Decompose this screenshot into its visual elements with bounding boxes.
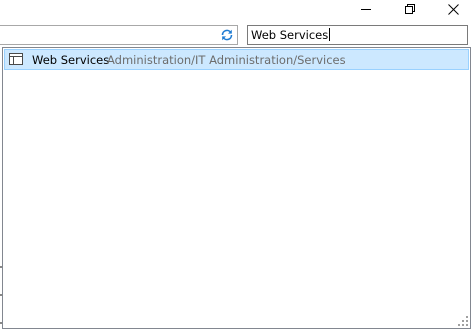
search-input[interactable]: Web Services [247, 25, 468, 45]
search-results-dropdown[interactable]: Web Services Administration/IT Administr… [2, 47, 471, 329]
table-icon [9, 53, 23, 65]
resize-grip[interactable] [458, 316, 468, 326]
text-caret [329, 28, 331, 41]
result-path: Administration/IT Administration/Service… [107, 53, 346, 67]
minimize-icon [360, 8, 371, 10]
restore-button[interactable] [392, 0, 428, 18]
refresh-icon[interactable] [220, 28, 234, 42]
close-button[interactable] [435, 0, 471, 18]
close-icon [447, 3, 459, 15]
title-bar [0, 0, 474, 22]
restore-icon [404, 3, 415, 14]
search-result-item[interactable]: Web Services Administration/IT Administr… [4, 49, 469, 70]
address-bar[interactable] [0, 25, 238, 45]
result-name: Web Services [32, 53, 110, 67]
search-value: Web Services [251, 28, 329, 42]
minimize-button[interactable] [348, 0, 384, 18]
background-edge [0, 266, 2, 326]
